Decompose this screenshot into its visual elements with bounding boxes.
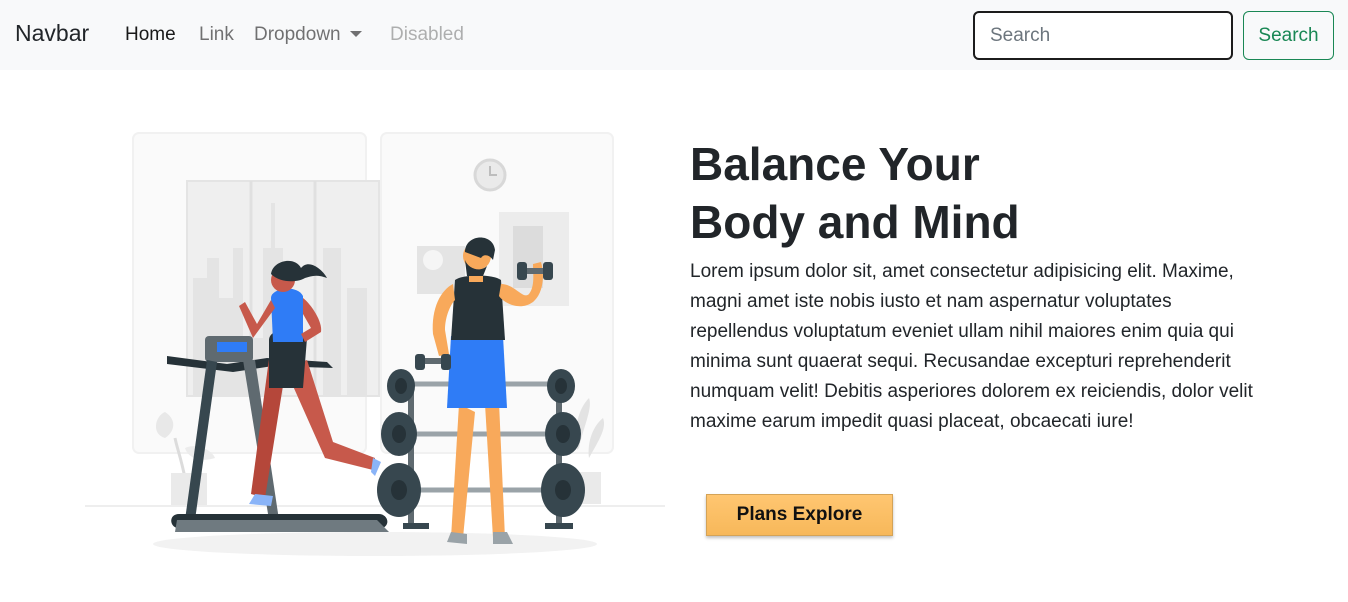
gym-illustration — [85, 132, 665, 556]
hero-title-line-2: Body and Mind — [690, 196, 1020, 248]
nav-dropdown[interactable]: Dropdown — [254, 24, 362, 46]
hero-title-line-1: Balance Your — [690, 138, 980, 190]
hero-title: Balance Your Body and Mind — [690, 135, 1290, 251]
nav-link-disabled: Disabled — [390, 24, 464, 45]
search-button[interactable]: Search — [1243, 11, 1334, 60]
navbar-brand[interactable]: Navbar — [15, 20, 89, 47]
hero-description: Lorem ipsum dolor sit, amet consectetur … — [690, 261, 1253, 432]
search-input[interactable] — [973, 11, 1233, 60]
nav-link-home[interactable]: Home — [125, 24, 176, 46]
caret-down-icon — [349, 31, 362, 37]
plans-explore-button[interactable]: Plans Explore — [706, 494, 893, 536]
navbar: Navbar Home Link Dropdown Disabled Searc… — [0, 0, 1348, 70]
nav-link-link[interactable]: Link — [199, 24, 234, 46]
nav-dropdown-label: Dropdown — [254, 24, 341, 45]
